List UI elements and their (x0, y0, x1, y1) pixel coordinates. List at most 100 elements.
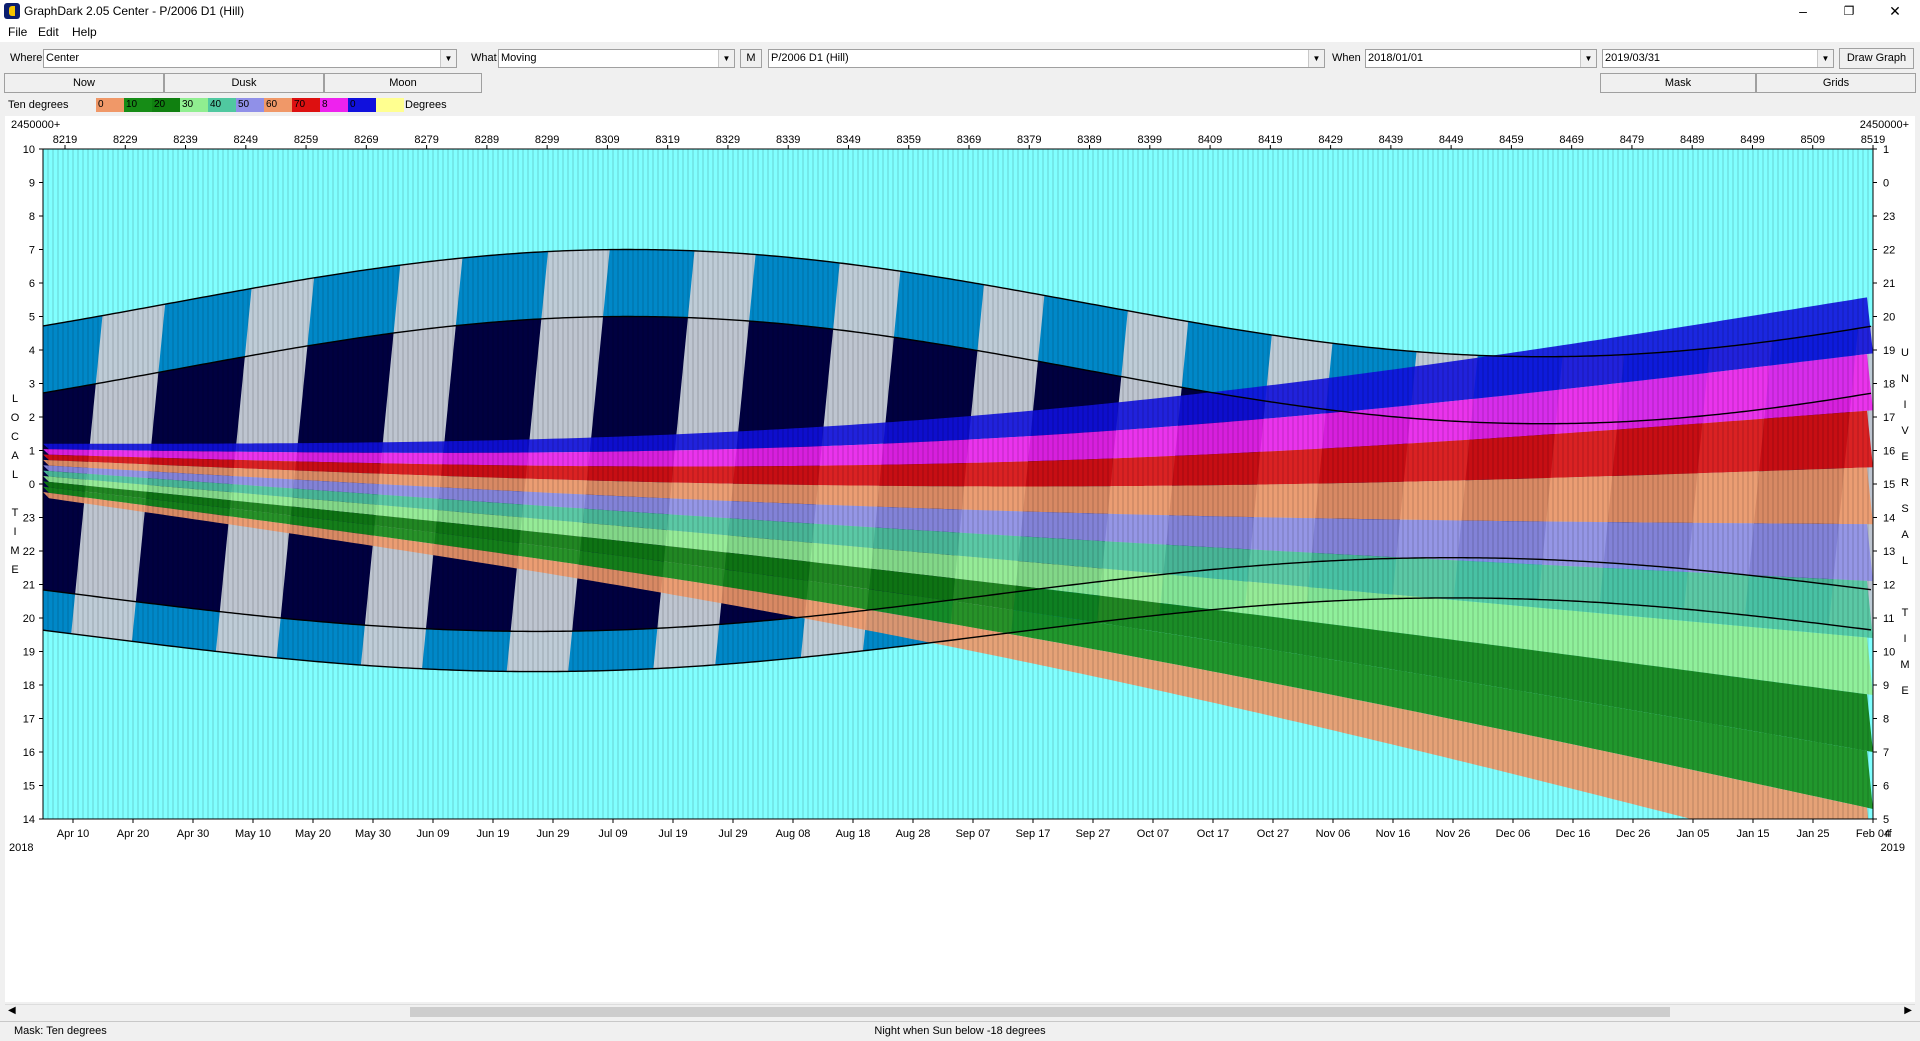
legend-swatch: 0 (96, 98, 124, 112)
graph-area[interactable]: 2450000+ 2450000+ 8219 8229 8239 8249 8259 8269… (5, 116, 1915, 1002)
jd-tick-label: 8369 (957, 134, 981, 146)
menu-file[interactable]: File (8, 25, 27, 39)
jd-prefix-right: 2450000+ (1860, 119, 1909, 131)
jd-tick-label: 8499 (1740, 134, 1764, 146)
date-tick-label: Oct 27 (1257, 828, 1289, 840)
date-tick-label: Apr 30 (177, 828, 209, 840)
now-button[interactable]: Now (4, 73, 164, 93)
start-date-select[interactable]: 2018/01/01 ▼ (1365, 49, 1597, 68)
chevron-down-icon[interactable]: ▼ (440, 50, 456, 67)
what-value: Moving (501, 52, 537, 64)
legend-swatch: 8 (320, 98, 348, 112)
draw-graph-button[interactable]: Draw Graph (1839, 48, 1914, 69)
minimize-button[interactable]: – (1780, 0, 1826, 22)
chevron-down-icon[interactable]: ▼ (1308, 50, 1324, 67)
universal-time-letter: N (1901, 373, 1909, 385)
date-tick-label: Jul 19 (658, 828, 687, 840)
local-hour-label: 9 (29, 178, 35, 190)
chevron-down-icon[interactable]: ▼ (1817, 50, 1833, 67)
jd-tick-label: 8489 (1680, 134, 1704, 146)
jd-tick-label: 8279 (414, 134, 438, 146)
menu-help[interactable]: Help (72, 25, 97, 39)
legend-swatch: 70 (292, 98, 320, 112)
dusk-button[interactable]: Dusk (164, 73, 324, 93)
grids-button[interactable]: Grids (1756, 73, 1916, 93)
local-time-letter: T (12, 507, 19, 519)
date-tick-label: Aug 08 (776, 828, 811, 840)
universal-hour-label: 1 (1883, 144, 1889, 156)
scroll-left-icon[interactable]: ◀ (8, 1005, 16, 1016)
plot-region[interactable] (5, 149, 1915, 866)
universal-hour-label: 5 (1883, 814, 1889, 826)
date-tick-label: Sep 27 (1076, 828, 1111, 840)
menu-edit[interactable]: Edit (38, 25, 59, 39)
universal-hour-label: 7 (1883, 747, 1889, 759)
universal-hour-label: 19 (1883, 345, 1895, 357)
status-bar: Mask: Ten degrees Night when Sun below -… (0, 1021, 1920, 1041)
end-date-value: 2019/03/31 (1605, 52, 1661, 64)
moon-button[interactable]: Moon (324, 73, 482, 93)
local-hour-label: 22 (23, 546, 35, 558)
scrollbar-thumb[interactable] (410, 1007, 1670, 1017)
jd-tick-label: 8449 (1439, 134, 1463, 146)
end-date-select[interactable]: 2019/03/31 ▼ (1602, 49, 1834, 68)
nightly-hatching (43, 149, 1873, 819)
chevron-down-icon[interactable]: ▼ (1580, 50, 1596, 67)
mask-button[interactable]: Mask (1600, 73, 1756, 93)
status-night: Night when Sun below -18 degrees (874, 1025, 1046, 1037)
legend-label: Ten degrees (8, 99, 69, 111)
local-hour-label: 2 (29, 412, 35, 424)
title-bar: GraphDark 2.05 Center - P/2006 D1 (Hill)… (0, 0, 1920, 22)
legend-swatch: 30 (180, 98, 208, 112)
date-tick-label: Apr 10 (57, 828, 89, 840)
universal-hour-label: 23 (1883, 211, 1895, 223)
universal-hour-label: 13 (1883, 546, 1895, 558)
universal-time-letter: R (1901, 477, 1909, 489)
local-time-letter: O (11, 412, 20, 424)
local-hour-label: 23 (23, 513, 35, 525)
local-time-letter: L (12, 393, 18, 405)
legend-swatch: 0 (348, 98, 376, 112)
universal-hour-label: 15 (1883, 479, 1895, 491)
where-select[interactable]: Center ▼ (43, 49, 457, 68)
jd-tick-label: 8399 (1138, 134, 1162, 146)
date-tick-label: Dec 16 (1556, 828, 1591, 840)
date-tick-label: Nov 26 (1436, 828, 1471, 840)
local-hour-label: 14 (23, 814, 35, 826)
date-tick-label: Oct 17 (1197, 828, 1229, 840)
what-select[interactable]: Moving ▼ (498, 49, 735, 68)
local-hour-label: 19 (23, 647, 35, 659)
date-tick-label: Jun 09 (416, 828, 449, 840)
maximize-button[interactable]: ❐ (1826, 0, 1872, 22)
universal-hour-label: 14 (1883, 513, 1895, 525)
object-select[interactable]: P/2006 D1 (Hill) ▼ (768, 49, 1325, 68)
universal-time-letter: V (1901, 425, 1909, 437)
local-hour-label: 21 (23, 580, 35, 592)
universal-time-letter: A (1901, 529, 1909, 541)
local-time-letter: I (13, 526, 16, 538)
close-button[interactable]: ✕ (1872, 0, 1918, 22)
scroll-right-icon[interactable]: ▶ (1904, 1005, 1912, 1016)
date-tick-label: Sep 17 (1016, 828, 1051, 840)
app-logo-icon (4, 3, 20, 19)
jd-tick-label: 8359 (896, 134, 920, 146)
universal-hour-label: 11 (1883, 613, 1894, 625)
dark-time-graph[interactable]: 2450000+ 2450000+8219 8229 8239 8249 8259 8269… (5, 116, 1915, 1002)
universal-hour-label: 18 (1883, 379, 1895, 391)
button-row: Now Dusk Moon Mask Grids (0, 73, 1920, 93)
local-hour-label: 6 (29, 278, 35, 290)
jd-tick-label: 8249 (234, 134, 258, 146)
jd-tick-label: 8289 (475, 134, 499, 146)
jd-tick-label: 8389 (1077, 134, 1101, 146)
legend-swatch: 10 (124, 98, 152, 112)
chevron-down-icon[interactable]: ▼ (718, 50, 734, 67)
jd-tick-label: 8329 (716, 134, 740, 146)
jd-tick-label: 8429 (1318, 134, 1342, 146)
jd-tick-label: 8459 (1499, 134, 1523, 146)
legend-swatch: 20 (152, 98, 180, 112)
legend-swatch: 60 (264, 98, 292, 112)
local-time-letter: C (11, 431, 19, 443)
m-button[interactable]: M (740, 49, 762, 68)
universal-time-letter: E (1901, 451, 1908, 463)
horizontal-scrollbar[interactable]: ◀ ▶ (5, 1004, 1915, 1020)
